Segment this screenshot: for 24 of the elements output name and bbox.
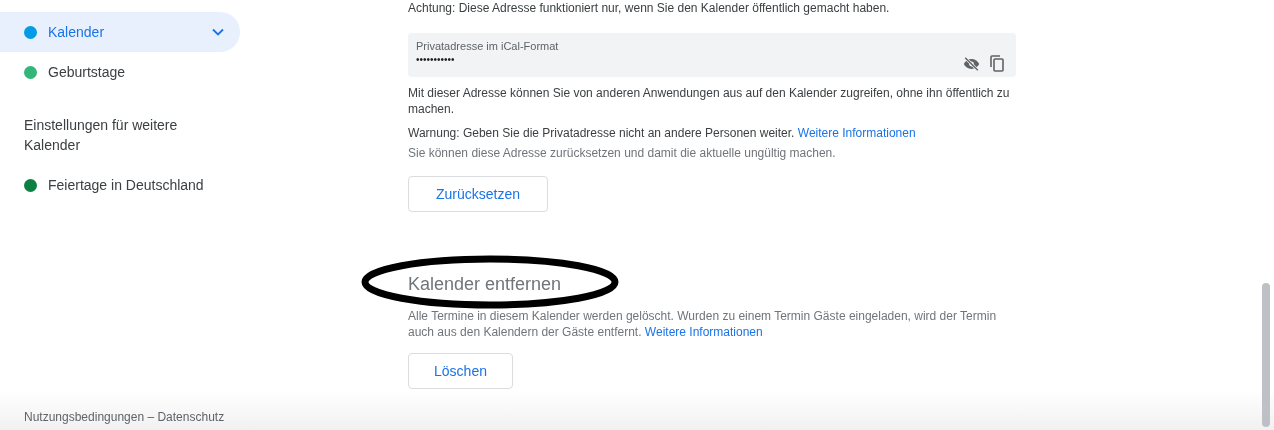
- more-info-link[interactable]: Weitere Informationen: [797, 126, 916, 140]
- notice-text: Achtung: Diese Adresse funktioniert nur, wenn Sie den Kalender öffentlich gemacht haben.: [408, 0, 891, 16]
- field-value: •••••••••••: [416, 54, 455, 66]
- delete-button[interactable]: Löschen: [408, 353, 513, 389]
- chevron-icon[interactable]: [212, 28, 224, 36]
- section-heading: Einstellungen für weitere Kalender: [24, 116, 179, 155]
- copy-icon[interactable]: [990, 55, 1004, 72]
- more-info-link[interactable]: Weitere Informationen: [644, 325, 763, 339]
- calendar-item[interactable]: Feiertage in Deutschland: [0, 165, 240, 205]
- reset-hint: Sie können diese Adresse zurücksetzen und damit die aktuelle ungültig machen.: [408, 145, 837, 161]
- ical-address-field[interactable]: Privatadresse im iCal-Format •••••••••••: [408, 33, 1016, 77]
- info-text: Mit dieser Adresse können Sie von anderen Anwendungen aus auf den Kalender zugreifen, ohne ihn öffentlich zu machen.: [408, 85, 1011, 117]
- reset-button[interactable]: Zurücksetzen: [408, 176, 548, 212]
- field-label: Privatadresse im iCal-Format: [416, 39, 560, 53]
- footer-link[interactable]: Nutzungsbedingungen – Datenschutz: [24, 408, 225, 426]
- warning-text: Warnung: Geben Sie die Privatadresse nicht an andere Personen weiter. Weitere Informationen: [408, 125, 917, 141]
- calendar-name: Feiertage in Deutschland: [48, 176, 205, 195]
- section-heading: Kalender entfernen: [408, 274, 562, 294]
- calendar-name: Geburtstage: [48, 63, 127, 82]
- calendar-item[interactable]: Geburtstage: [0, 52, 240, 92]
- calendar-item[interactable]: Kalender: [0, 12, 240, 52]
- eye-off-icon[interactable]: [963, 57, 980, 71]
- calendar-name: Kalender: [48, 23, 106, 42]
- remove-description: Alle Termine in diesem Kalender werden gelöscht. Wurden zu einem Termin Gäste eingeladen, wird der Termin auch aus den Kalendern der Gäste entfernt. Weitere Informationen: [408, 308, 998, 340]
